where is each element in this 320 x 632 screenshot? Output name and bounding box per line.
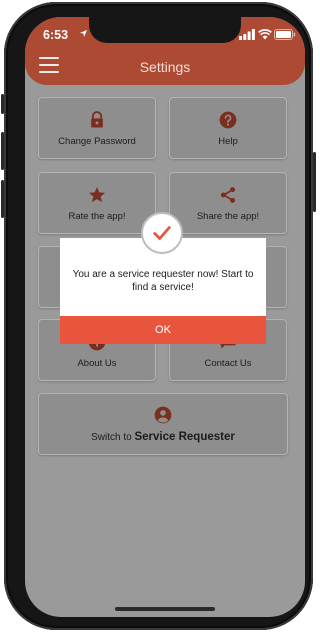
ok-button[interactable]: OK <box>60 316 266 344</box>
rate-app-tile[interactable]: Rate the app! <box>38 172 156 234</box>
switch-prefix-text: Switch to <box>91 432 132 443</box>
lock-icon <box>91 110 103 127</box>
rate-app-label: Rate the app! <box>68 210 126 222</box>
share-app-tile[interactable]: Share the app! <box>169 172 287 234</box>
wifi-icon <box>258 29 272 40</box>
switch-role-label: Switch to Service Requester <box>91 431 235 443</box>
phone-frame: 6:53 Settings Change Password Help Rate … <box>1 2 316 630</box>
location-arrow-icon <box>79 29 88 38</box>
notch <box>89 17 241 43</box>
change-password-tile[interactable]: Change Password <box>38 97 156 159</box>
account-circle-icon <box>154 406 172 424</box>
volume-up-button <box>1 132 4 170</box>
battery-icon <box>274 29 296 40</box>
switch-target-text: Service Requester <box>134 431 235 443</box>
home-indicator[interactable] <box>115 607 215 611</box>
page-title: Settings <box>139 59 191 75</box>
about-us-label: About Us <box>77 357 117 369</box>
star-icon <box>89 186 105 202</box>
volume-down-button <box>1 180 4 218</box>
status-time: 6:53 <box>43 28 69 42</box>
check-icon <box>153 226 171 240</box>
ok-button-label: OK <box>155 324 171 336</box>
help-circle-icon <box>219 111 237 128</box>
signal-icon <box>239 29 255 40</box>
dialog-message: You are a service requester now! Start t… <box>72 269 254 293</box>
app-header: 6:53 Settings <box>25 17 305 85</box>
success-badge <box>141 212 183 254</box>
help-tile[interactable]: Help <box>169 97 287 159</box>
contact-us-label: Contact Us <box>204 357 252 369</box>
status-icons <box>239 29 296 41</box>
mute-switch <box>1 94 4 114</box>
change-password-label: Change Password <box>58 135 136 147</box>
share-app-label: Share the app! <box>196 210 260 222</box>
help-label: Help <box>218 135 238 147</box>
share-icon <box>220 186 236 203</box>
switch-role-tile[interactable]: Switch to Service Requester <box>38 393 288 455</box>
app-screen: 6:53 Settings Change Password Help Rate … <box>25 17 305 617</box>
power-button <box>313 152 316 212</box>
